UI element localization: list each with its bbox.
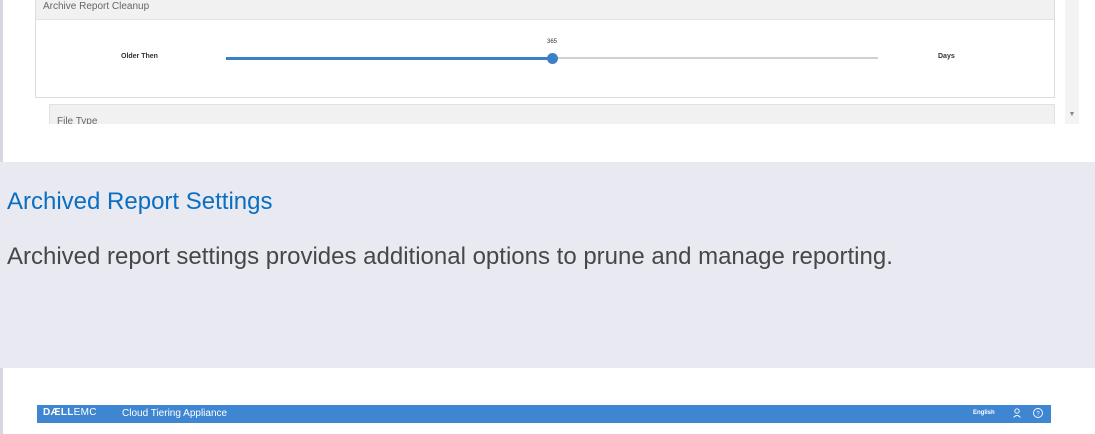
days-label: Days — [938, 53, 955, 60]
dell-emc-logo: DÆLLEMC — [43, 407, 97, 418]
settings-screenshot-top: Archive Report Cleanup Older Then 365 Da… — [0, 0, 1095, 162]
app-title: Cloud Tiering Appliance — [122, 408, 228, 419]
days-slider-value: 365 — [546, 39, 558, 45]
brand-light: EMC — [73, 407, 97, 418]
screenshot-clip — [3, 124, 1095, 162]
days-slider-track[interactable]: 365 — [226, 39, 878, 64]
brand-bold: DÆLL — [43, 407, 74, 418]
help-icon[interactable]: ? — [1032, 407, 1044, 419]
app-header-bar: DÆLLEMC Cloud Tiering Appliance English … — [37, 405, 1051, 423]
older-then-slider-row: Older Then 365 Days — [36, 20, 1054, 97]
archive-report-cleanup-panel: Archive Report Cleanup Older Then 365 Da… — [35, 0, 1055, 98]
older-then-label: Older Then — [121, 53, 158, 60]
section-description: Archived report settings provides additi… — [7, 243, 893, 270]
settings-screenshot-bottom: DÆLLEMC Cloud Tiering Appliance English … — [0, 368, 1095, 434]
scroll-down-arrow-icon[interactable]: ▼ — [1067, 110, 1077, 120]
svg-text:?: ? — [1036, 411, 1040, 417]
user-icon[interactable] — [1011, 407, 1023, 419]
file-type-panel[interactable]: File Type — [49, 104, 1055, 126]
language-selector[interactable]: English — [973, 410, 995, 416]
page: Archive Report Cleanup Older Then 365 Da… — [0, 0, 1095, 434]
days-slider-thumb[interactable] — [547, 53, 558, 64]
days-slider-fill — [226, 56, 552, 60]
scrollbar[interactable] — [1065, 0, 1079, 124]
section-heading: Archived Report Settings — [7, 188, 273, 215]
panel-title: Archive Report Cleanup — [36, 0, 1054, 20]
